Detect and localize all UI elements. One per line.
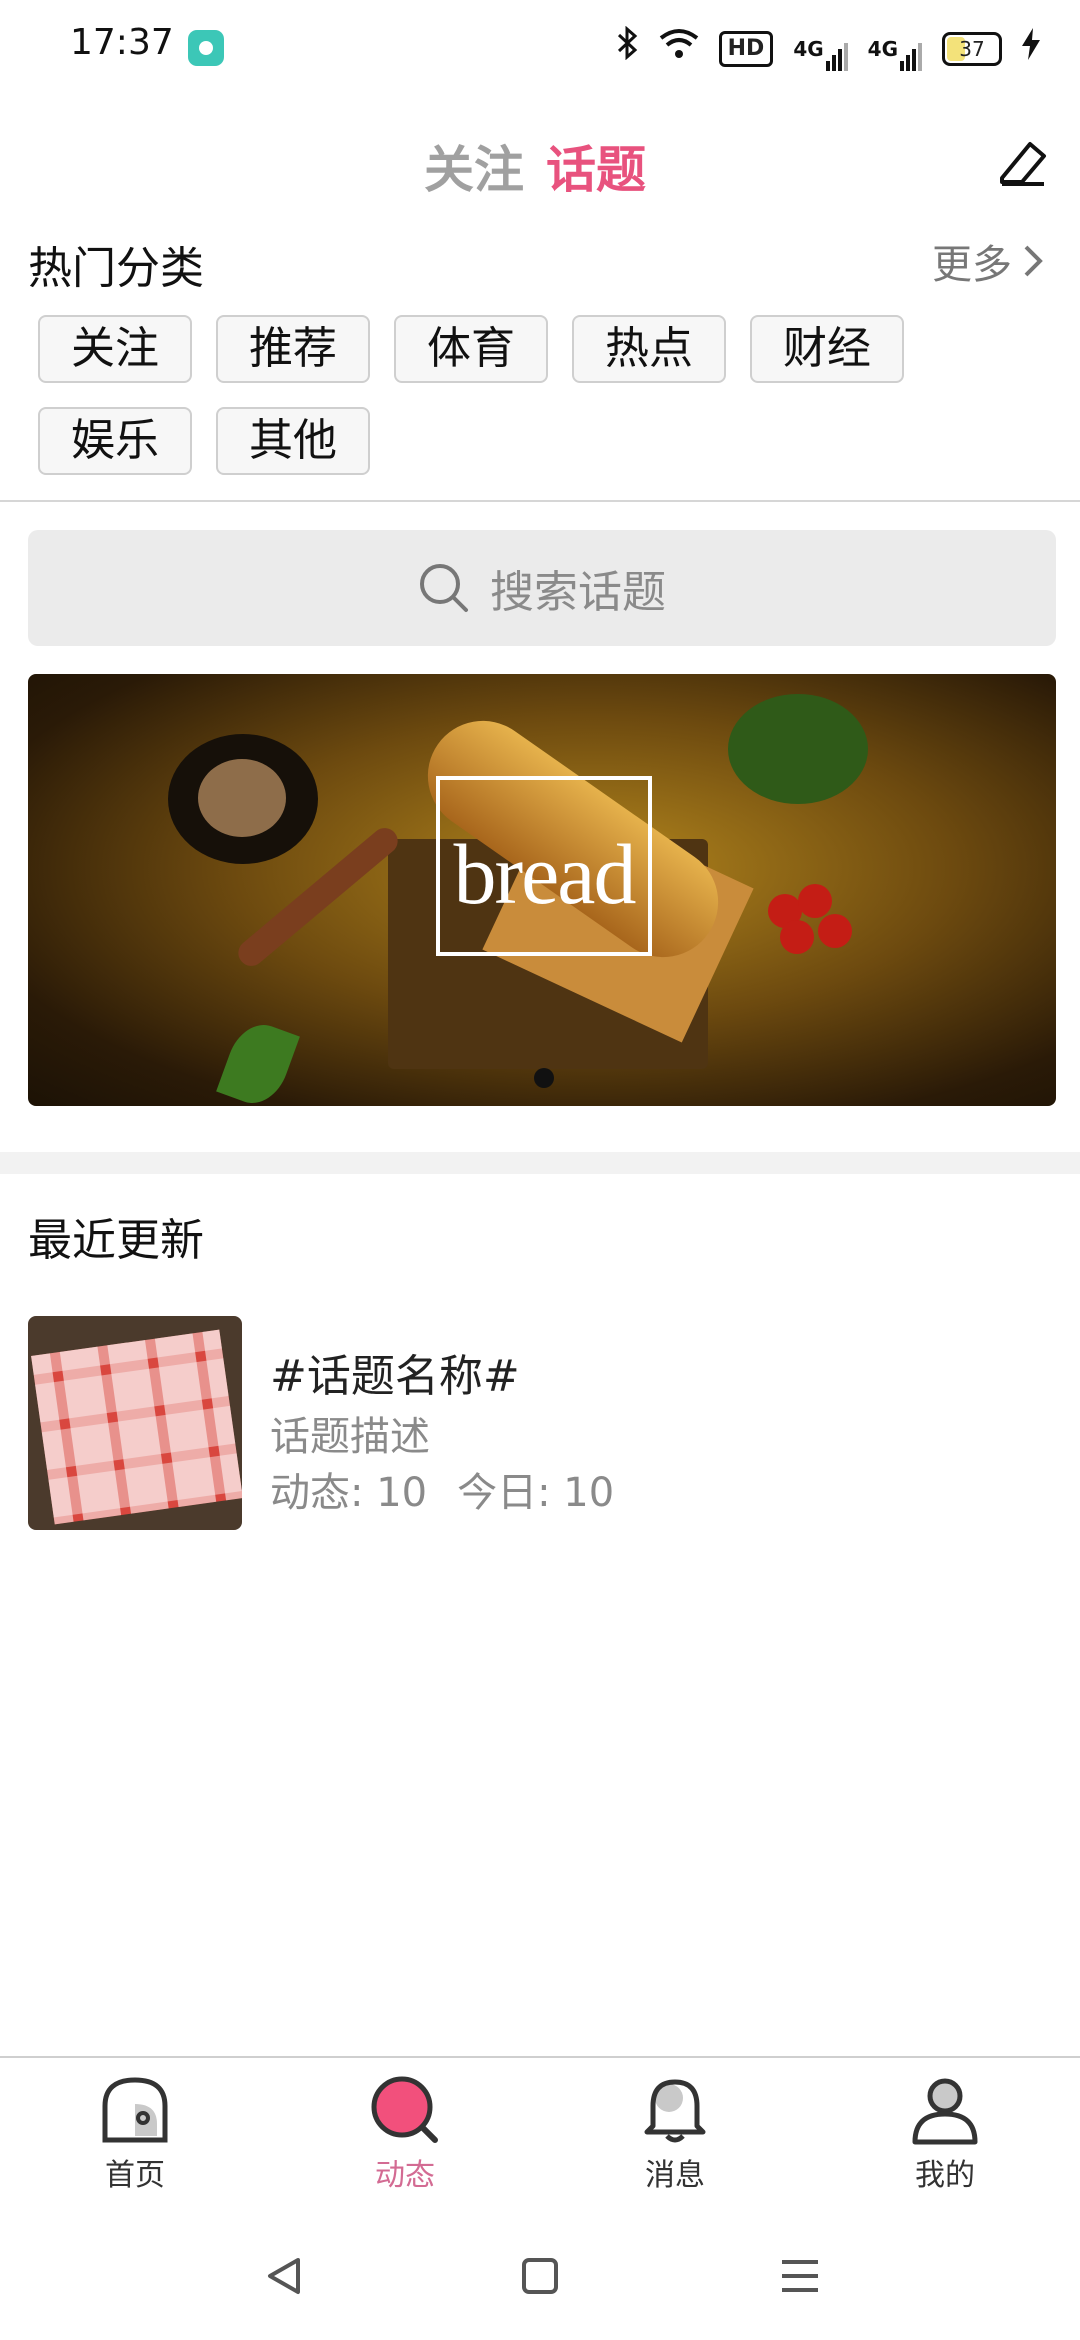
- charging-icon: [1022, 27, 1040, 71]
- app-notification-icon: [188, 30, 224, 66]
- category-chip-other[interactable]: 其他: [216, 407, 370, 475]
- status-time: 17:37: [70, 22, 174, 63]
- recent-updates-title: 最近更新: [28, 1215, 204, 1266]
- category-chip-entertainment[interactable]: 娱乐: [38, 407, 192, 475]
- topic-stats: 动态: 10 今日: 10: [270, 1460, 614, 1518]
- nav-item-profile[interactable]: 我的: [810, 2060, 1080, 2200]
- search-placeholder: 搜索话题: [490, 567, 666, 618]
- network-type-label: 4G: [793, 36, 824, 61]
- divider: [0, 500, 1080, 502]
- home-icon: [102, 2077, 168, 2143]
- bottom-nav-divider: [0, 2056, 1080, 2058]
- more-label: 更多: [932, 242, 1012, 288]
- top-header: 关注 话题: [0, 120, 1080, 210]
- hd-icon: HD: [718, 30, 774, 67]
- nav-label: 动态: [375, 2158, 435, 2193]
- more-button[interactable]: 更多: [932, 232, 1044, 290]
- search-input[interactable]: 搜索话题: [28, 530, 1056, 646]
- signal-4g-icon: 4G: [793, 27, 848, 71]
- network-type-label: 4G: [867, 36, 898, 61]
- status-bar: 17:37 HD 4G 4G 37: [0, 0, 1080, 96]
- topic-dynamic-count: 动态: 10: [270, 1470, 428, 1516]
- profile-icon: [912, 2078, 978, 2145]
- dynamic-icon: [371, 2076, 438, 2143]
- banner-image[interactable]: bread: [28, 674, 1056, 1106]
- nav-label: 我的: [915, 2158, 975, 2193]
- battery-icon: 37: [942, 31, 1002, 66]
- banner-indicator-dot: [534, 1068, 554, 1088]
- system-nav-bar: [0, 2240, 1080, 2320]
- nav-label: 消息: [645, 2158, 705, 2193]
- wifi-icon: [659, 27, 699, 71]
- category-chip-recommend[interactable]: 推荐: [216, 315, 370, 383]
- tab-topic[interactable]: 话题: [546, 130, 646, 202]
- bottom-nav: 首页 动态 消息 我的: [0, 2060, 1080, 2200]
- nav-item-dynamic[interactable]: 动态: [270, 2060, 540, 2200]
- chevron-right-icon: [1024, 245, 1043, 277]
- home-button-icon[interactable]: [518, 2254, 562, 2298]
- category-chip-finance[interactable]: 财经: [750, 315, 904, 383]
- edit-icon[interactable]: [994, 134, 1050, 190]
- leaf-image: [216, 1016, 300, 1106]
- tab-follow[interactable]: 关注: [424, 130, 524, 202]
- herbs-image: [728, 694, 868, 804]
- battery-level: 37: [959, 36, 985, 61]
- hot-categories-title: 热门分类: [28, 243, 204, 294]
- category-chips: 关注 推荐 体育 热点 财经 娱乐 其他: [38, 315, 1048, 475]
- search-icon: [420, 564, 468, 612]
- signal-4g-icon: 4G: [868, 27, 922, 71]
- nav-item-home[interactable]: 首页: [0, 2060, 270, 2200]
- nav-label: 首页: [105, 2158, 165, 2193]
- nav-item-messages[interactable]: 消息: [540, 2060, 810, 2200]
- category-chip-follow[interactable]: 关注: [38, 315, 192, 383]
- category-chip-hot[interactable]: 热点: [572, 315, 726, 383]
- section-separator: [0, 1152, 1080, 1174]
- bluetooth-icon: [615, 25, 639, 71]
- tomatoes-image: [768, 884, 858, 954]
- topic-thumbnail: [28, 1316, 242, 1530]
- topic-description: 话题描述: [270, 1414, 430, 1460]
- topic-name: #话题名称#: [270, 1351, 520, 1402]
- back-icon[interactable]: [262, 2254, 306, 2298]
- category-chip-sports[interactable]: 体育: [394, 315, 548, 383]
- quilt-image: [31, 1329, 242, 1525]
- status-icons: HD 4G 4G 37: [615, 25, 1040, 71]
- coffee-cup-image: [168, 734, 318, 864]
- topic-today-count: 今日: 10: [457, 1470, 615, 1516]
- banner-word: bread: [453, 826, 637, 922]
- bell-icon: [644, 2079, 706, 2143]
- menu-icon[interactable]: [778, 2254, 822, 2298]
